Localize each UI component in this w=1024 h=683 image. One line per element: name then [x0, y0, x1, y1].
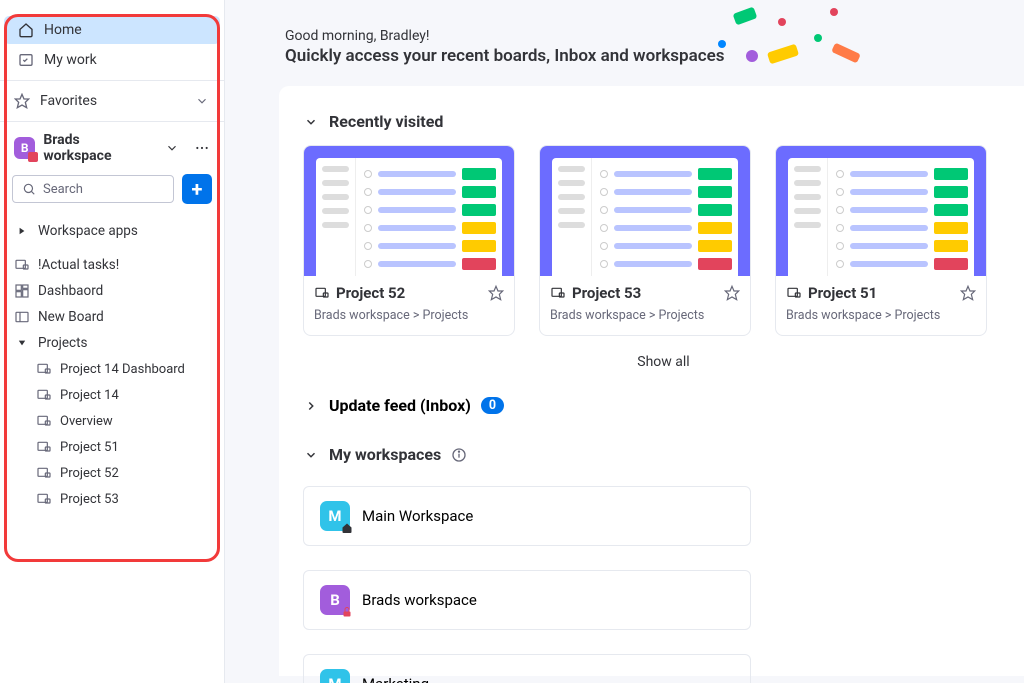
section-workspaces[interactable]: My workspaces — [303, 443, 1024, 478]
show-all-link[interactable]: Show all — [303, 336, 1024, 388]
board-lock-icon — [36, 439, 52, 455]
card-path: Brads workspace > Projects — [314, 308, 504, 323]
workspace-name: Brads workspace — [43, 132, 148, 164]
chevron-down-icon — [194, 93, 210, 109]
section-title: Recently visited — [329, 112, 443, 131]
nav-favorites-label: Favorites — [40, 93, 97, 109]
add-button[interactable]: + — [182, 174, 212, 204]
tree-label: New Board — [38, 309, 104, 325]
tree-label: Project 52 — [60, 466, 119, 481]
section-title: Update feed (Inbox) — [329, 396, 471, 415]
board-lock-icon — [14, 257, 30, 273]
card-title: Project 53 — [572, 284, 718, 302]
workspace-avatar: B — [320, 585, 350, 615]
section-title: My workspaces — [329, 445, 441, 464]
workspace-card[interactable]: B Brads workspace — [303, 570, 751, 630]
more-icon[interactable] — [194, 140, 210, 156]
recent-card[interactable]: Project 51 Brads workspace > Projects — [775, 145, 987, 336]
board-lock-icon — [36, 465, 52, 481]
card-path: Brads workspace > Projects — [786, 308, 976, 323]
tree-label: Overview — [60, 414, 113, 429]
inbox-count-badge: 0 — [481, 397, 504, 414]
search-icon — [21, 181, 37, 197]
board-lock-icon — [36, 387, 52, 403]
card-path: Brads workspace > Projects — [550, 308, 740, 323]
board-lock-icon — [36, 491, 52, 507]
recent-card[interactable]: Project 52 Brads workspace > Projects — [303, 145, 515, 336]
workspace-avatar: M — [320, 501, 350, 531]
nav-mywork[interactable]: My work — [4, 46, 220, 74]
tree-item-actual[interactable]: !Actual tasks! — [0, 252, 224, 278]
section-inbox[interactable]: Update feed (Inbox) 0 — [303, 388, 1024, 423]
board-lock-icon — [36, 413, 52, 429]
board-lock-icon — [550, 285, 566, 301]
board-lock-icon — [314, 285, 330, 301]
workspace-header[interactable]: B Brads workspace — [0, 122, 224, 174]
tree-workspace-apps-label: Workspace apps — [38, 223, 138, 239]
tree-project-item[interactable]: Project 14 — [0, 382, 224, 408]
tree-label: Project 53 — [60, 492, 119, 507]
tree-workspace-apps[interactable]: Workspace apps — [0, 218, 224, 244]
checklist-icon — [18, 52, 34, 68]
star-icon[interactable] — [960, 285, 976, 301]
workspace-avatar: M — [320, 669, 350, 683]
nav-home-label: Home — [44, 22, 82, 38]
caret-down-icon — [14, 335, 30, 351]
tree-project-item[interactable]: Project 52 — [0, 460, 224, 486]
tree-project-item[interactable]: Overview — [0, 408, 224, 434]
tree-item-projects[interactable]: Projects — [0, 330, 224, 356]
dashboard-icon — [14, 283, 30, 299]
search-input[interactable]: Search — [12, 175, 174, 203]
workspace-label: Main Workspace — [362, 507, 473, 525]
workspace-card[interactable]: M Marketing — [303, 654, 751, 683]
star-icon[interactable] — [488, 285, 504, 301]
chevron-down-icon[interactable] — [164, 140, 180, 156]
workspace-label: Marketing — [362, 675, 429, 683]
recent-card[interactable]: Project 53 Brads workspace > Projects — [539, 145, 751, 336]
tree-label: Projects — [38, 335, 88, 351]
card-thumbnail — [304, 146, 514, 276]
subtitle: Quickly access your recent boards, Inbox… — [285, 46, 984, 66]
confetti-decoration — [714, 4, 874, 74]
card-title: Project 51 — [808, 284, 954, 302]
card-title: Project 52 — [336, 284, 482, 302]
main: Good morning, Bradley! Quickly access yo… — [225, 0, 1024, 683]
sidebar: Home My work Favorites — [0, 0, 225, 683]
search-placeholder: Search — [43, 182, 83, 197]
tree-item-dashboard[interactable]: Dashbaord — [0, 278, 224, 304]
tree-item-newboard[interactable]: New Board — [0, 304, 224, 330]
card-thumbnail — [776, 146, 986, 276]
tree-project-item[interactable]: Project 53 — [0, 486, 224, 512]
card-thumbnail — [540, 146, 750, 276]
star-icon[interactable] — [724, 285, 740, 301]
info-icon[interactable] — [451, 447, 467, 463]
board-lock-icon — [36, 361, 52, 377]
star-icon — [14, 93, 30, 109]
chevron-right-icon — [303, 398, 319, 414]
board-icon — [14, 309, 30, 325]
nav-home[interactable]: Home — [4, 16, 220, 44]
tree-label: !Actual tasks! — [38, 257, 119, 273]
nav-mywork-label: My work — [44, 52, 97, 68]
home-icon — [18, 22, 34, 38]
chevron-down-icon — [303, 114, 319, 130]
tree-label: Project 14 Dashboard — [60, 362, 185, 377]
caret-right-icon — [14, 223, 30, 239]
workspace-label: Brads workspace — [362, 591, 477, 609]
tree-label: Dashbaord — [38, 283, 103, 299]
workspace-badge: B — [14, 137, 35, 159]
tree-project-item[interactable]: Project 14 Dashboard — [0, 356, 224, 382]
board-lock-icon — [786, 285, 802, 301]
tree-label: Project 51 — [60, 440, 119, 455]
tree-project-item[interactable]: Project 51 — [0, 434, 224, 460]
greeting: Good morning, Bradley! — [285, 28, 984, 44]
chevron-down-icon — [303, 447, 319, 463]
section-recent[interactable]: Recently visited — [303, 110, 1024, 145]
tree-label: Project 14 — [60, 388, 119, 403]
nav-favorites[interactable]: Favorites — [0, 85, 224, 117]
workspace-card[interactable]: M Main Workspace — [303, 486, 751, 546]
